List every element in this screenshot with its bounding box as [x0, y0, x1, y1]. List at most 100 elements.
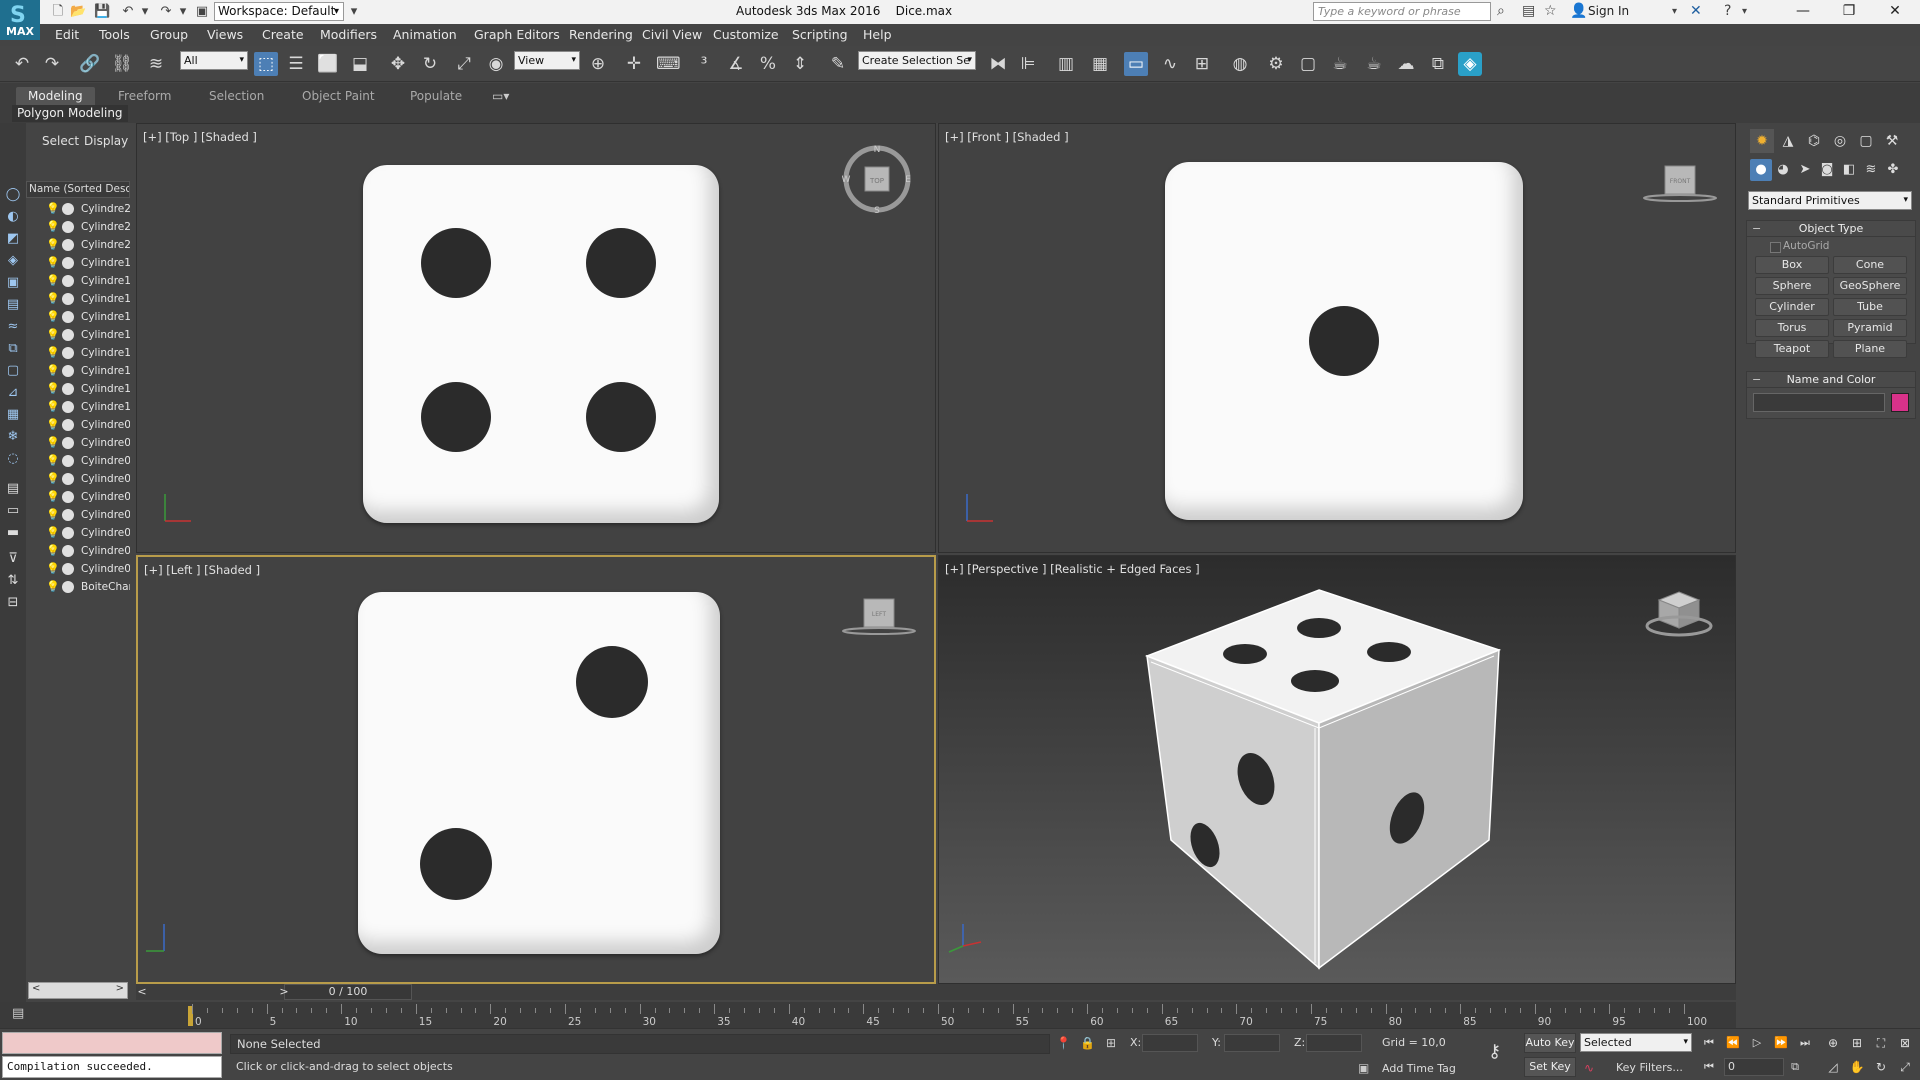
menu-scripting[interactable]: Scripting	[792, 27, 848, 42]
light-bulb-icon[interactable]: 💡	[46, 578, 60, 596]
list-item[interactable]: 💡Cylindre13	[26, 344, 130, 362]
light-bulb-icon[interactable]: 💡	[46, 254, 60, 272]
app-menu-button[interactable]: S MAX	[0, 0, 40, 40]
mini-curve-editor-icon[interactable]: ▤	[12, 1006, 24, 1021]
motion-tab-icon[interactable]: ◎	[1828, 129, 1852, 153]
modify-tab-icon[interactable]: ◮	[1776, 129, 1800, 153]
visibility-toggle-icon[interactable]	[62, 545, 74, 557]
menu-graph-editors[interactable]: Graph Editors	[474, 27, 560, 42]
tube-button[interactable]: Tube	[1833, 298, 1907, 316]
redo-icon[interactable]: ↷	[40, 52, 64, 76]
curve-editor-icon[interactable]: ∿	[1158, 52, 1182, 76]
visibility-toggle-icon[interactable]	[62, 257, 74, 269]
explorer-horizontal-scrollbar[interactable]: < >	[28, 982, 128, 999]
use-pivot-center-icon[interactable]: ⊕	[586, 52, 610, 76]
user-icon[interactable]: 👤	[1570, 3, 1587, 19]
x-coordinate-field[interactable]	[1142, 1034, 1198, 1052]
save-file-icon[interactable]: 💾	[94, 4, 110, 20]
menu-create[interactable]: Create	[262, 27, 304, 42]
scroll-left-icon[interactable]: <	[32, 983, 40, 994]
select-and-move-icon[interactable]: ✥	[386, 52, 410, 76]
visibility-toggle-icon[interactable]	[62, 239, 74, 251]
box-button[interactable]: Box	[1755, 256, 1829, 274]
display-hidden-icon[interactable]: ◌	[4, 450, 22, 468]
light-bulb-icon[interactable]: 💡	[46, 542, 60, 560]
menu-tools[interactable]: Tools	[99, 27, 130, 42]
scroll-right-icon[interactable]: >	[116, 983, 124, 994]
display-frozen-icon[interactable]: ❄	[4, 428, 22, 446]
name-and-color-rollout-title[interactable]: Name and Color	[1747, 372, 1915, 388]
list-item[interactable]: 💡Cylindre11	[26, 380, 130, 398]
light-bulb-icon[interactable]: 💡	[46, 290, 60, 308]
unlink-icon[interactable]: ⛓	[110, 52, 134, 76]
light-bulb-icon[interactable]: 💡	[46, 452, 60, 470]
visibility-toggle-icon[interactable]	[62, 311, 74, 323]
display-lights-icon[interactable]: ◈	[4, 252, 22, 270]
menu-customize[interactable]: Customize	[713, 27, 779, 42]
minimize-button[interactable]: —	[1780, 0, 1826, 24]
display-cameras-icon[interactable]: ▣	[4, 274, 22, 292]
time-tag-icon[interactable]: ▣	[1358, 1061, 1369, 1075]
redo-dropdown-icon[interactable]: ▾	[175, 4, 191, 20]
menu-help[interactable]: Help	[863, 27, 892, 42]
rectangular-selection-icon[interactable]: ⬜	[316, 52, 340, 76]
select-manipulate-icon[interactable]: ✛	[622, 52, 646, 76]
space-warps-icon[interactable]: ≋	[1860, 159, 1882, 181]
go-to-start-icon[interactable]: ⏮	[1700, 1034, 1718, 1052]
visibility-toggle-icon[interactable]	[62, 455, 74, 467]
display-containers-icon[interactable]: ▦	[4, 406, 22, 424]
rendered-frame-window-icon[interactable]: ▢	[1296, 52, 1320, 76]
ribbon-options-icon[interactable]: ▭▾	[480, 87, 521, 105]
render-in-cloud-icon[interactable]: ☁	[1394, 52, 1418, 76]
visibility-toggle-icon[interactable]	[62, 221, 74, 233]
subscription-center-icon[interactable]: ▤	[1522, 3, 1535, 19]
light-bulb-icon[interactable]: 💡	[46, 344, 60, 362]
menu-modifiers[interactable]: Modifiers	[320, 27, 377, 42]
list-item[interactable]: 💡Cylindre02	[26, 542, 130, 560]
list-item[interactable]: 💡Cylindre04	[26, 506, 130, 524]
light-bulb-icon[interactable]: 💡	[46, 272, 60, 290]
current-frame-field[interactable]: 0	[1724, 1058, 1784, 1076]
display-bones-icon[interactable]: ⊿	[4, 384, 22, 402]
select-and-link-icon[interactable]: 🔗	[78, 52, 102, 76]
visibility-toggle-icon[interactable]	[62, 419, 74, 431]
viewcube-icon[interactable]: FRONT	[1639, 164, 1719, 204]
spinner-snap-icon[interactable]: ⇕	[788, 52, 812, 76]
time-slider-next-icon[interactable]: >	[278, 984, 290, 1000]
display-all-icon[interactable]: ▤	[4, 480, 22, 498]
light-bulb-icon[interactable]: 💡	[46, 560, 60, 578]
visibility-toggle-icon[interactable]	[62, 491, 74, 503]
explorer-tab-select[interactable]: Select	[42, 134, 79, 148]
list-item[interactable]: 💡Cylindre03	[26, 524, 130, 542]
time-slider[interactable]: < 0 / 100 >	[136, 984, 1736, 1000]
light-bulb-icon[interactable]: 💡	[46, 398, 60, 416]
light-bulb-icon[interactable]: 💡	[46, 470, 60, 488]
visibility-toggle-icon[interactable]	[62, 365, 74, 377]
key-selection-set-dropdown[interactable]: Selected	[1580, 1033, 1692, 1052]
create-tab-icon[interactable]: ✹	[1750, 129, 1774, 153]
explorer-tab-display[interactable]: Display	[84, 134, 128, 148]
redo-icon[interactable]: ↷	[158, 4, 174, 20]
light-bulb-icon[interactable]: 💡	[46, 506, 60, 524]
undo-icon[interactable]: ↶	[10, 52, 34, 76]
list-item[interactable]: 💡Cylindre12	[26, 362, 130, 380]
align-icon[interactable]: ⊫	[1016, 52, 1040, 76]
cone-button[interactable]: Cone	[1833, 256, 1907, 274]
toggle-ribbon-icon[interactable]: ▭	[1124, 52, 1148, 76]
primitive-category-dropdown[interactable]: Standard Primitives	[1748, 191, 1912, 210]
exchange-apps-icon[interactable]: ✕	[1690, 3, 1702, 19]
list-item[interactable]: 💡Cylindre19	[26, 254, 130, 272]
bind-to-space-warp-icon[interactable]: ≋	[144, 52, 168, 76]
utilities-tab-icon[interactable]: ⚒	[1880, 129, 1904, 153]
cameras-icon[interactable]: ◙	[1816, 159, 1838, 181]
track-bar[interactable]: 0 5 10 15 20 25 30 35 40 45 50 55 60 65 70 75 80 85 90 95 10…	[136, 1002, 1736, 1028]
display-tab-icon[interactable]: ▢	[1854, 129, 1878, 153]
render-setup-icon[interactable]: ⚙	[1264, 52, 1288, 76]
sphere-button[interactable]: Sphere	[1755, 277, 1829, 295]
search-binoculars-icon[interactable]: ⌕	[1497, 3, 1505, 19]
visibility-toggle-icon[interactable]	[62, 401, 74, 413]
snaps-toggle-icon[interactable]: ³	[692, 52, 716, 76]
geosphere-button[interactable]: GeoSphere	[1833, 277, 1907, 295]
key-mode-toggle-icon[interactable]: ⏮	[1700, 1058, 1718, 1076]
viewport-label-perspective[interactable]: [+] [Perspective ] [Realistic + Edged Fa…	[945, 562, 1200, 576]
